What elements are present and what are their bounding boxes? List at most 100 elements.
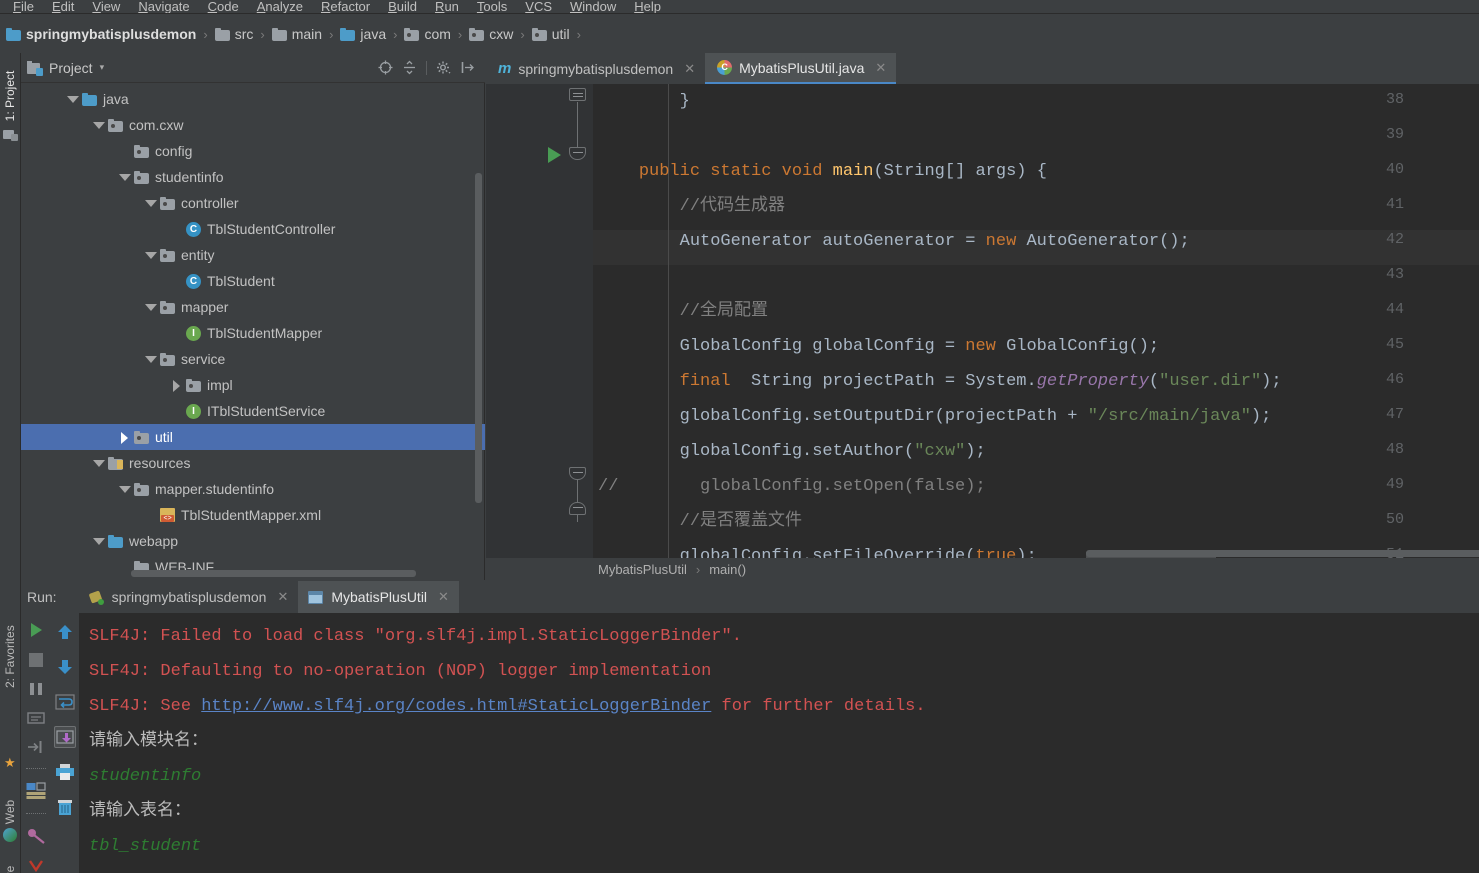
chevron-down-icon[interactable] — [119, 172, 130, 183]
tree-node[interactable]: config — [21, 138, 485, 164]
menu-item-refactor[interactable]: Refactor — [312, 0, 379, 13]
scroll-to-end-icon[interactable] — [54, 726, 76, 748]
tool-button-structure[interactable]: Structure — [3, 862, 17, 873]
tree-node[interactable]: mapper.studentinfo — [21, 476, 485, 502]
chevron-down-icon[interactable] — [145, 302, 156, 313]
breadcrumb-util[interactable]: util — [532, 26, 570, 42]
tree-node[interactable]: CTblStudent — [21, 268, 485, 294]
chevron-down-icon[interactable] — [93, 120, 104, 131]
chevron-down-icon[interactable] — [67, 94, 78, 105]
close-icon[interactable]: ✕ — [684, 61, 695, 77]
menu-item-analyze[interactable]: Analyze — [248, 0, 312, 13]
breadcrumb-method[interactable]: main() — [709, 562, 746, 577]
chevron-right-icon[interactable] — [171, 380, 182, 391]
scroll-up-icon[interactable] — [54, 621, 76, 643]
chevron-down-icon[interactable] — [93, 536, 104, 547]
hide-panel-icon[interactable] — [460, 60, 475, 75]
close-icon[interactable] — [25, 858, 47, 873]
breadcrumb-springmybatisplusdemon[interactable]: springmybatisplusdemon — [6, 26, 196, 42]
tree-node[interactable]: ITblStudentMapper — [21, 320, 485, 346]
menu-item-run[interactable]: Run — [426, 0, 468, 13]
tree-node[interactable]: java — [21, 86, 485, 112]
tree-node[interactable]: service — [21, 346, 485, 372]
close-icon[interactable]: ✕ — [875, 60, 886, 76]
pin-tab-icon[interactable] — [25, 827, 47, 845]
editor-tab-mybatisplusutiljava[interactable]: MybatisPlusUtil.java✕ — [705, 53, 896, 84]
code-line[interactable]: GlobalConfig globalConfig = new GlobalCo… — [598, 329, 1159, 364]
tree-node[interactable]: mapper — [21, 294, 485, 320]
close-icon[interactable]: ✕ — [438, 589, 449, 605]
editor-horizontal-scrollbar[interactable] — [1086, 550, 1479, 557]
rerun-run-icon[interactable] — [25, 621, 47, 639]
menu-item-build[interactable]: Build — [379, 0, 426, 13]
tree-node[interactable]: com.cxw — [21, 112, 485, 138]
console-output[interactable]: SLF4J: Failed to load class "org.slf4j.i… — [79, 613, 1479, 873]
tree-node[interactable]: webapp — [21, 528, 485, 554]
breadcrumb-main[interactable]: main — [272, 26, 322, 42]
code-editor[interactable]: 38 }3940 public static void main(String[… — [486, 84, 1479, 558]
project-tree[interactable]: javacom.cxwconfigstudentinfocontrollerCT… — [21, 83, 485, 580]
tree-node[interactable]: <>TblStudentMapper.xml — [21, 502, 485, 528]
code-line[interactable]: //代码生成器 — [598, 189, 785, 224]
tree-node[interactable]: studentinfo — [21, 164, 485, 190]
chevron-right-icon[interactable] — [119, 432, 130, 443]
run-tab-mybatisplusutil[interactable]: MybatisPlusUtil ✕ — [298, 581, 459, 613]
chevron-down-icon[interactable] — [145, 198, 156, 209]
code-line[interactable]: } — [598, 84, 690, 119]
menu-item-file[interactable]: File — [4, 0, 43, 13]
editor-tab-springmybatisplusdemon[interactable]: mspringmybatisplusdemon✕ — [486, 53, 705, 84]
menu-item-help[interactable]: Help — [625, 0, 670, 13]
tree-node[interactable]: impl — [21, 372, 485, 398]
close-icon[interactable]: ✕ — [277, 589, 288, 605]
tool-button-project[interactable]: 1: Project — [3, 68, 17, 124]
tool-button-favorites[interactable]: 2: Favorites — [3, 632, 17, 688]
code-line[interactable]: globalConfig.setFileOverride(true); — [598, 539, 1037, 558]
code-line[interactable]: globalConfig.setOutputDir(projectPath + … — [598, 399, 1271, 434]
run-tab-springmybatisplusdemon[interactable]: springmybatisplusdemon ✕ — [79, 581, 299, 613]
print-icon[interactable] — [54, 761, 76, 783]
run-gutter-icon[interactable] — [548, 147, 561, 163]
chevron-down-icon[interactable] — [145, 354, 156, 365]
pause-icon[interactable] — [25, 681, 47, 697]
chevron-down-icon[interactable] — [145, 250, 156, 261]
resume-program-icon[interactable] — [25, 739, 47, 755]
breadcrumb-class[interactable]: MybatisPlusUtil — [598, 562, 687, 577]
code-line[interactable]: public static void main(String[] args) { — [598, 154, 1047, 189]
chevron-down-icon[interactable] — [93, 458, 104, 469]
code-line[interactable]: globalConfig.setAuthor("cxw"); — [598, 434, 986, 469]
breadcrumb-src[interactable]: src — [215, 26, 254, 42]
code-line[interactable]: //全局配置 — [598, 294, 768, 329]
breadcrumb-java[interactable]: java — [340, 26, 386, 42]
menu-item-code[interactable]: Code — [199, 0, 248, 13]
menu-item-edit[interactable]: Edit — [43, 0, 83, 13]
tree-node-selected[interactable]: util — [21, 424, 485, 450]
layout-settings-icon[interactable] — [25, 782, 47, 800]
locate-icon[interactable] — [378, 60, 393, 75]
tree-node[interactable]: IITblStudentService — [21, 398, 485, 424]
project-tree-horizontal-scrollbar[interactable] — [131, 570, 416, 577]
chevron-down-icon[interactable]: ▾ — [100, 62, 105, 73]
code-line[interactable]: AutoGenerator autoGenerator = new AutoGe… — [598, 224, 1190, 259]
project-tree-vertical-scrollbar[interactable] — [475, 173, 482, 503]
console-link[interactable]: http://www.slf4j.org/codes.html#StaticLo… — [201, 697, 711, 716]
menu-item-vcs[interactable]: VCS — [516, 0, 561, 13]
tree-node[interactable]: CTblStudentController — [21, 216, 485, 242]
dump-threads-icon[interactable] — [25, 710, 47, 726]
breadcrumb-com[interactable]: com — [404, 26, 450, 42]
chevron-down-icon[interactable] — [119, 484, 130, 495]
menu-item-view[interactable]: View — [83, 0, 129, 13]
tree-node[interactable]: entity — [21, 242, 485, 268]
breadcrumb-cxw[interactable]: cxw — [469, 26, 513, 42]
code-line[interactable]: //是否覆盖文件 — [598, 504, 802, 539]
tool-button-web[interactable]: Web — [3, 792, 17, 832]
tree-node[interactable]: resources — [21, 450, 485, 476]
fold-marker-3[interactable] — [569, 502, 586, 515]
code-line[interactable]: final String projectPath = System.getPro… — [598, 364, 1282, 399]
menu-item-navigate[interactable]: Navigate — [129, 0, 198, 13]
soft-wrap-icon[interactable] — [54, 691, 76, 713]
stop-icon[interactable] — [25, 652, 47, 668]
collapse-all-icon[interactable] — [402, 60, 417, 75]
clear-all-icon[interactable] — [54, 796, 76, 818]
settings-gear-icon[interactable] — [436, 60, 451, 75]
tree-node[interactable]: controller — [21, 190, 485, 216]
